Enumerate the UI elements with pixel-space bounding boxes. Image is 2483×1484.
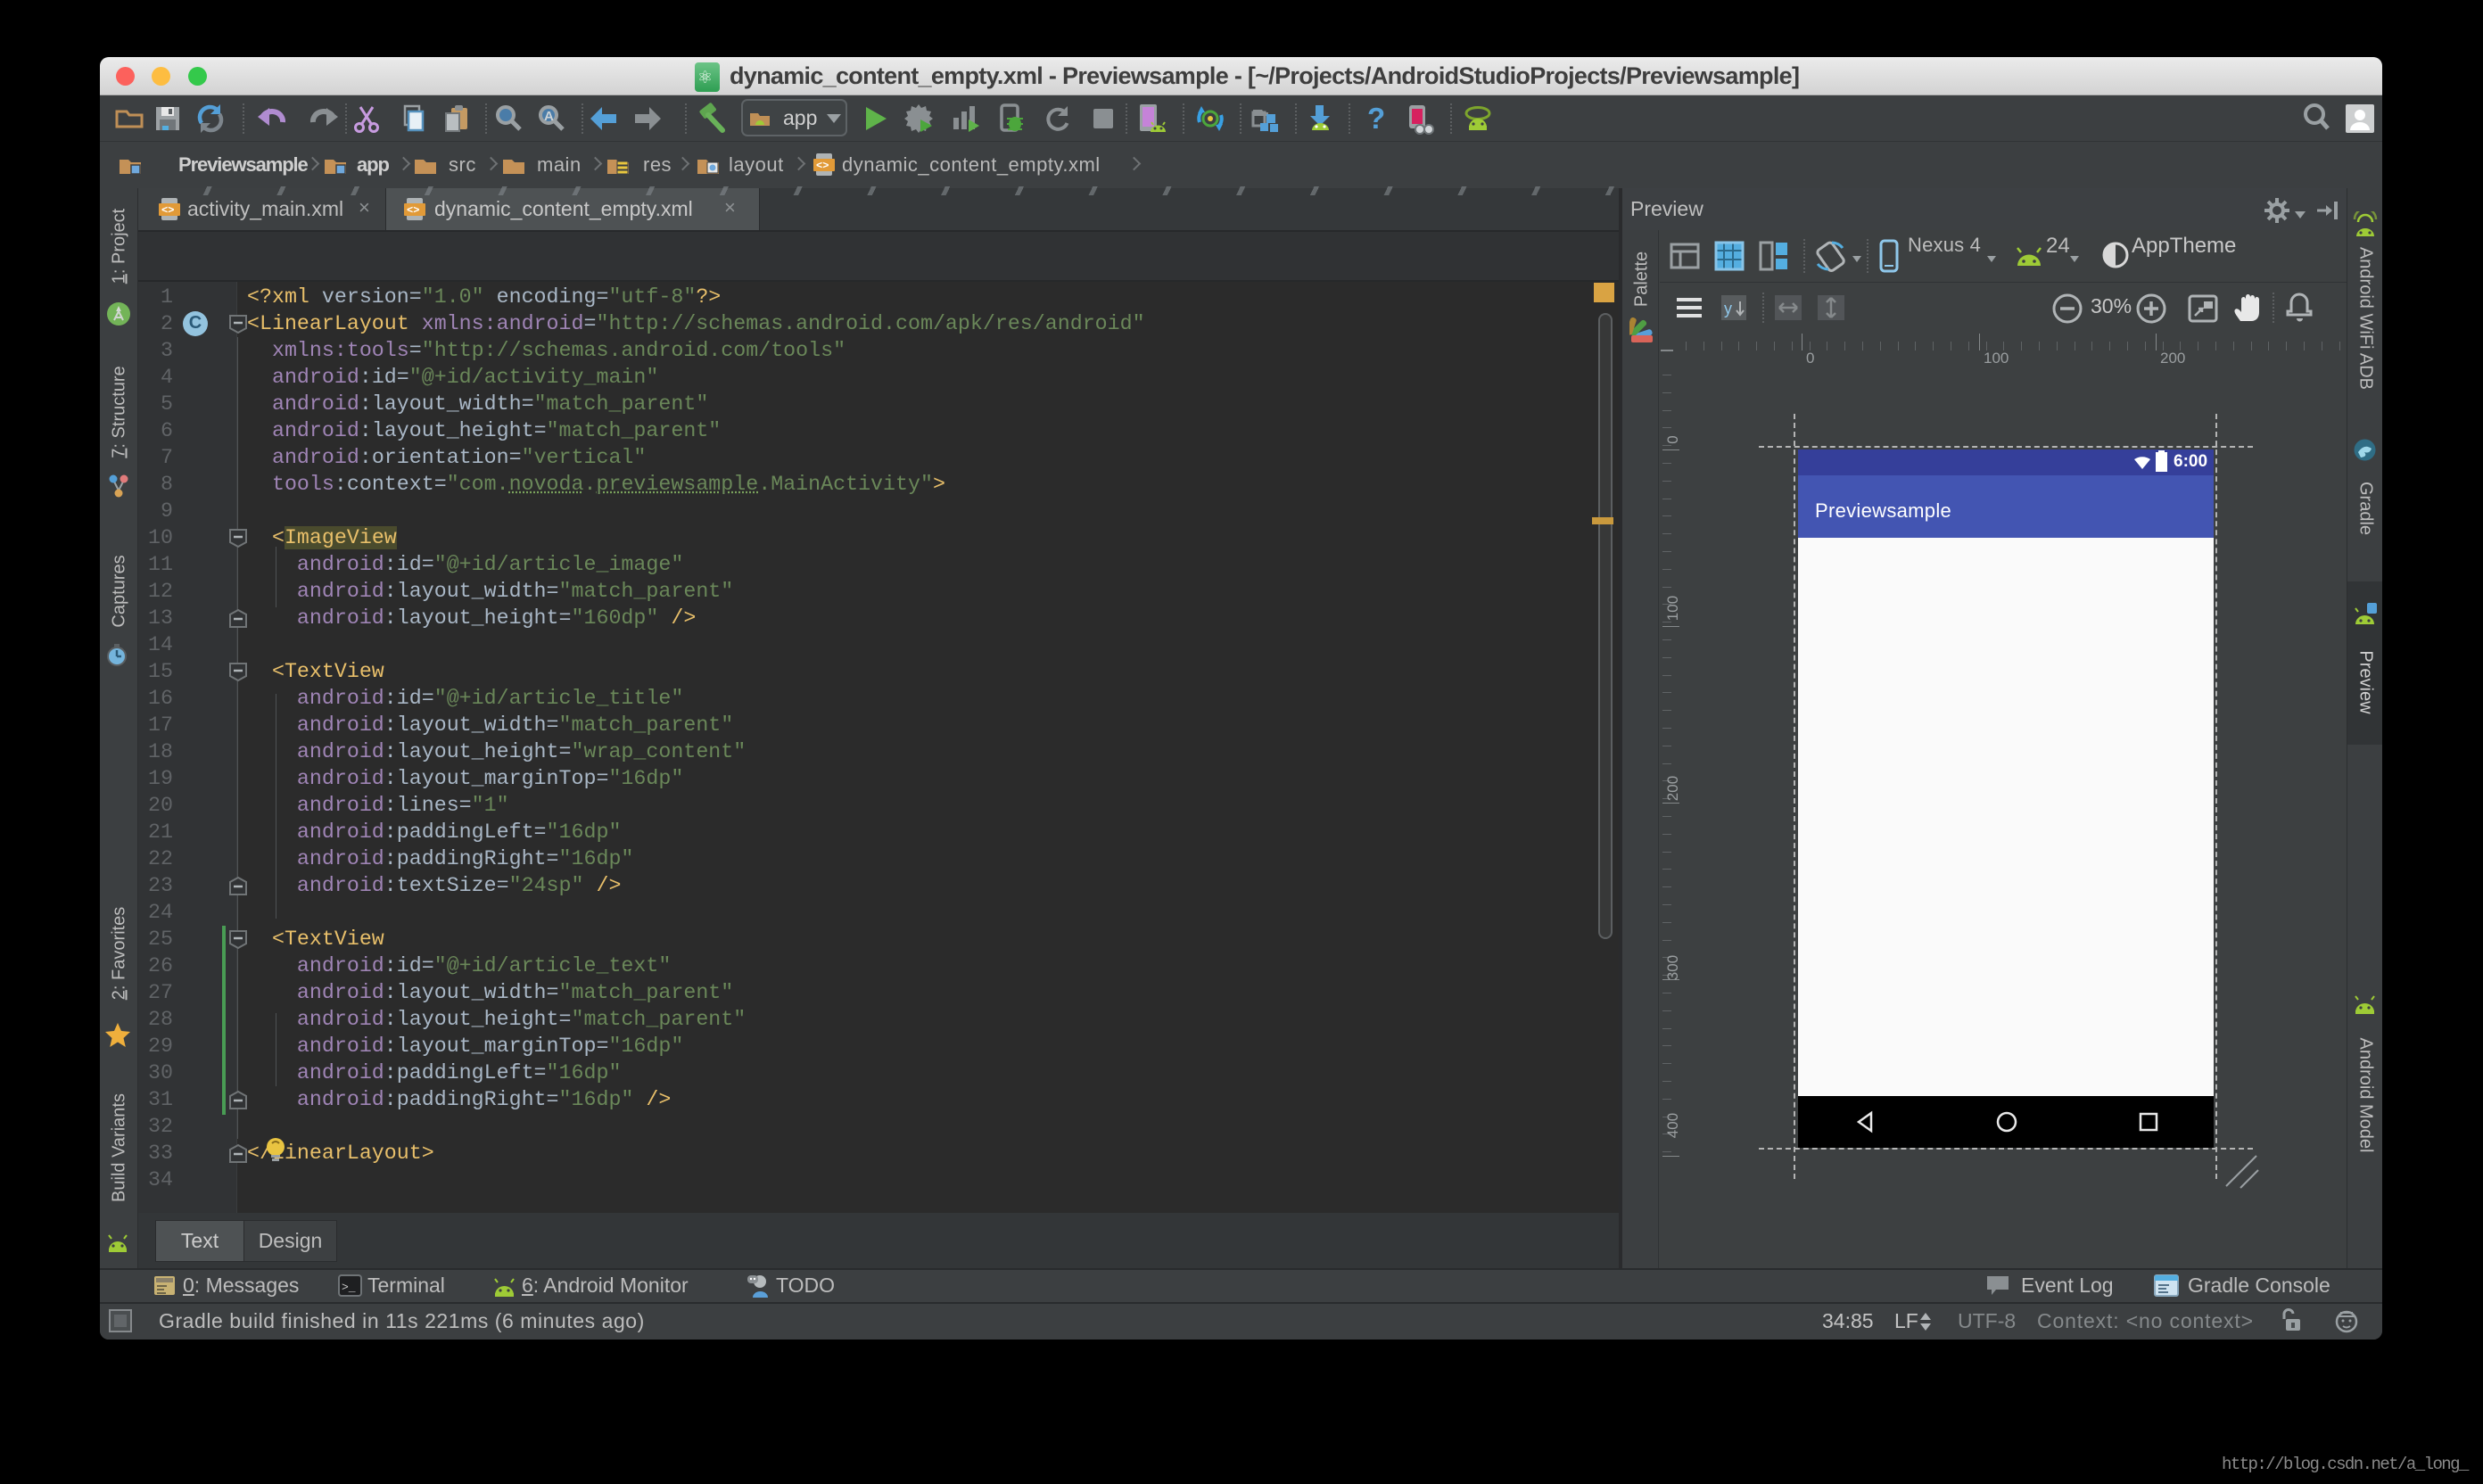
svg-text:<>: <> (407, 204, 419, 217)
svg-text:<>: <> (161, 204, 174, 217)
svg-text:?: ? (1367, 103, 1385, 135)
svg-text:<>: <> (816, 160, 829, 172)
svg-text:>_: >_ (342, 1281, 356, 1294)
svg-text:y: y (1724, 300, 1732, 317)
svg-text:A: A (544, 109, 554, 124)
